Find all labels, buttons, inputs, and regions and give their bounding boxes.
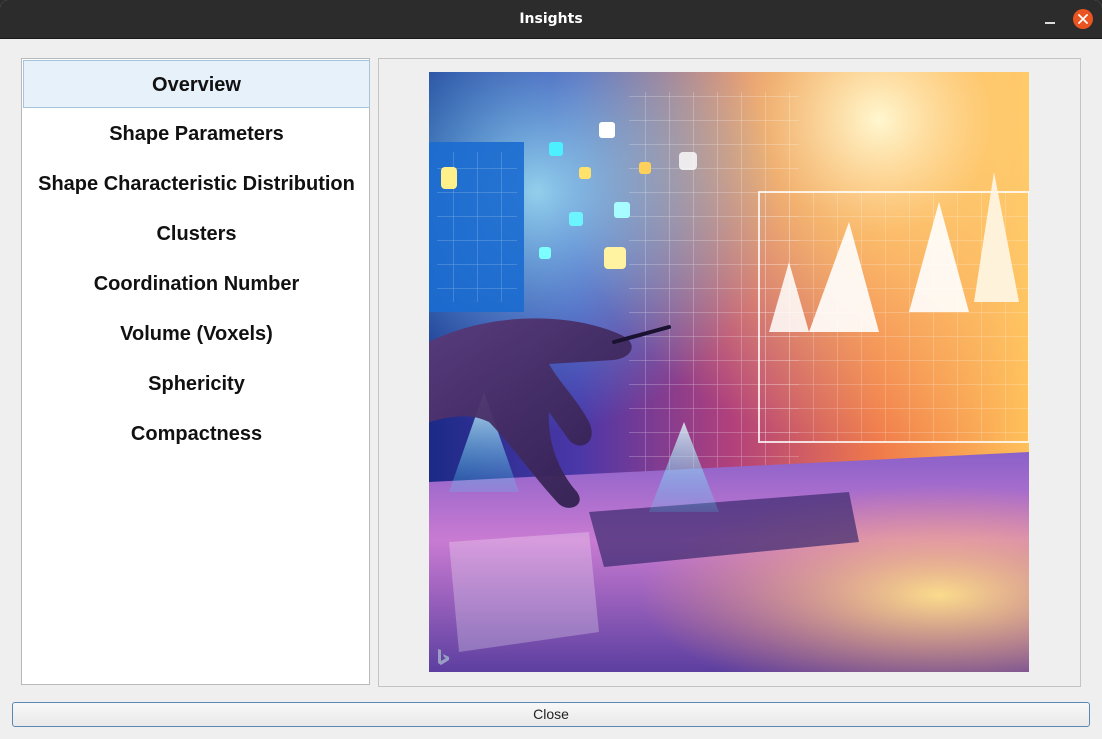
list-item-compactness[interactable]: Compactness — [23, 410, 370, 458]
insights-category-list[interactable]: Overview Shape Parameters Shape Characte… — [21, 58, 370, 685]
close-icon — [1078, 14, 1088, 24]
list-item-clusters[interactable]: Clusters — [23, 210, 370, 258]
list-item-volume-voxels[interactable]: Volume (Voxels) — [23, 310, 370, 358]
list-item-shape-characteristic-distribution[interactable]: Shape Characteristic Distribution — [23, 160, 370, 208]
dialog-content: Overview Shape Parameters Shape Characte… — [0, 38, 1102, 739]
list-item-coordination-number[interactable]: Coordination Number — [23, 260, 370, 308]
title-bar[interactable]: Insights — [0, 0, 1102, 39]
preview-panel — [378, 58, 1081, 687]
insights-window: Insights Overview Shape Parameters Shape… — [0, 0, 1102, 739]
minimize-icon — [1045, 22, 1055, 24]
list-item-sphericity[interactable]: Sphericity — [23, 360, 370, 408]
close-button[interactable]: Close — [12, 702, 1090, 727]
list-item-shape-parameters[interactable]: Shape Parameters — [23, 110, 370, 158]
bing-icon — [438, 649, 449, 665]
list-item-overview[interactable]: Overview — [23, 60, 370, 108]
minimize-button[interactable] — [1040, 9, 1060, 29]
window-title: Insights — [519, 11, 583, 27]
data-visualization-illustration — [429, 72, 1029, 672]
window-close-button[interactable] — [1073, 9, 1093, 29]
